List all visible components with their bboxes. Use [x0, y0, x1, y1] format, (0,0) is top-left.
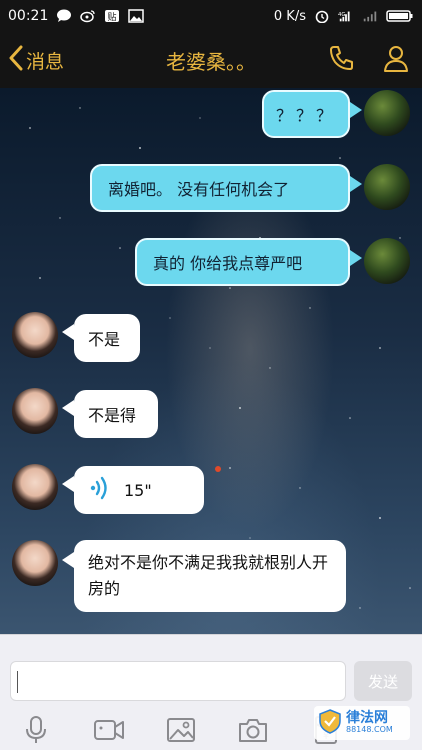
tieba-icon: 贴: [104, 9, 120, 23]
text-caret: [17, 671, 18, 693]
message-text: 离婚吧。 没有任何机会了: [108, 180, 290, 199]
message-bubble-sent[interactable]: 离婚吧。 没有任何机会了: [90, 164, 350, 212]
message-bubble-received[interactable]: 绝对不是你不满足我我就根别人开房的: [74, 540, 346, 612]
message-bubble-received[interactable]: 不是得: [74, 390, 158, 438]
network-speed: 0 K/s: [273, 8, 306, 24]
bubble-tail: [62, 400, 74, 416]
video-icon[interactable]: [92, 713, 126, 747]
message-bubble-sent[interactable]: 真的 你给我点尊严吧: [135, 238, 350, 286]
status-bar: 00:21 贴 0 K/s 4G: [0, 0, 422, 32]
svg-text:4G: 4G: [338, 12, 346, 18]
message-input[interactable]: [10, 661, 346, 701]
status-time: 00:21: [8, 8, 49, 24]
alarm-icon: [314, 9, 330, 23]
microphone-icon[interactable]: [19, 713, 53, 747]
chat-header: 消息 老婆桑。。: [0, 32, 422, 88]
signal-icon: [362, 9, 378, 23]
battery-icon: [386, 9, 414, 23]
bubble-tail: [62, 476, 74, 492]
my-avatar[interactable]: [364, 238, 410, 284]
svg-text:贴: 贴: [108, 11, 117, 23]
watermark-url: 88148.COM: [346, 725, 393, 734]
contact-avatar[interactable]: [12, 464, 58, 510]
site-watermark: 律法网 88148.COM: [314, 706, 410, 740]
message-text: 不是: [88, 330, 121, 349]
message-text: 不是得: [88, 406, 137, 425]
bubble-tail: [62, 324, 74, 340]
bubble-tail: [350, 102, 362, 118]
chat-icon: [56, 9, 72, 23]
contact-avatar[interactable]: [12, 540, 58, 586]
message-bubble-received[interactable]: 不是: [74, 314, 140, 362]
image-icon[interactable]: [164, 713, 198, 747]
chat-messages[interactable]: ？？？ 离婚吧。 没有任何机会了 真的 你给我点尊严吧 不是 不是得 15" 绝…: [0, 88, 422, 634]
image-icon: [128, 9, 145, 23]
my-avatar[interactable]: [364, 90, 410, 136]
shield-icon: [318, 708, 342, 738]
watermark-name: 律法网: [346, 710, 388, 726]
contact-avatar[interactable]: [12, 312, 58, 358]
message-text: 真的 你给我点尊严吧: [153, 254, 303, 273]
back-button[interactable]: 消息: [0, 32, 64, 88]
message-text: ？？？: [276, 106, 337, 125]
back-label: 消息: [26, 50, 65, 73]
message-text: 绝对不是你不满足我我就根别人开房的: [88, 553, 329, 598]
unread-dot: [215, 466, 221, 472]
voice-message-bubble[interactable]: 15": [74, 466, 204, 514]
voice-wave-icon: [88, 475, 114, 505]
contact-avatar[interactable]: [12, 388, 58, 434]
my-avatar[interactable]: [364, 164, 410, 210]
send-button[interactable]: 发送: [354, 661, 412, 701]
bubble-tail: [62, 552, 74, 568]
bubble-tail: [350, 176, 362, 192]
camera-icon[interactable]: [236, 713, 270, 747]
bubble-tail: [350, 250, 362, 266]
weibo-icon: [80, 9, 96, 23]
voice-duration: 15": [124, 480, 152, 500]
chevron-left-icon: [8, 45, 24, 75]
phone-icon[interactable]: [328, 44, 356, 76]
signal-4g-icon: 4G: [338, 9, 354, 23]
profile-icon[interactable]: [382, 43, 410, 77]
message-bubble-sent[interactable]: ？？？: [262, 90, 350, 138]
input-bar: 发送 ¥ 律法网 88148.COM: [0, 634, 422, 750]
